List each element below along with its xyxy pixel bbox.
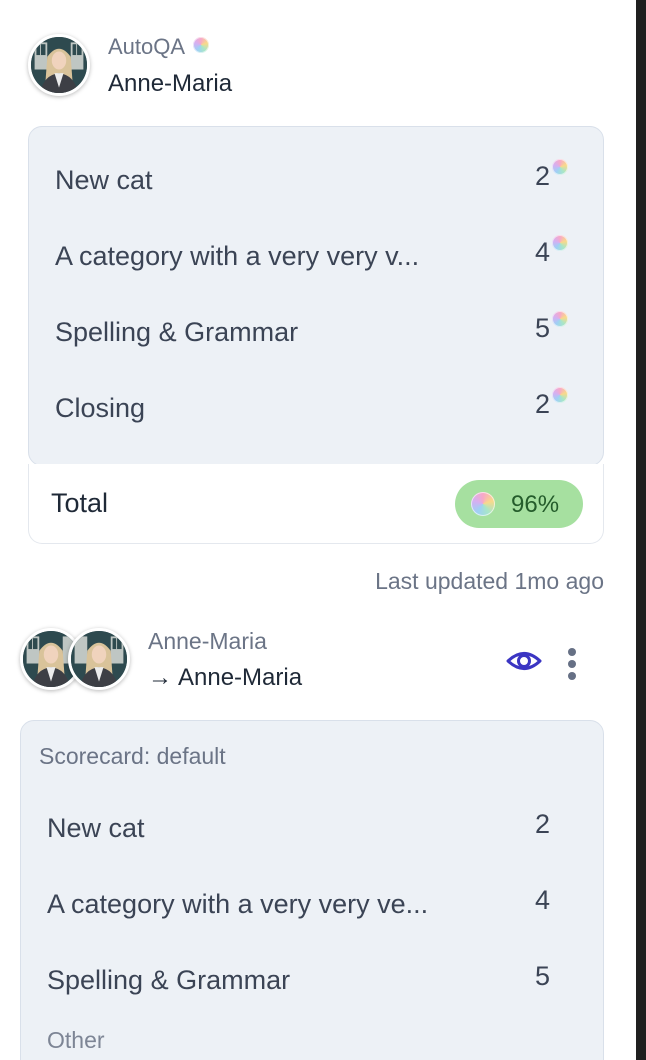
category-label: A category with a very very v... xyxy=(55,241,420,271)
reviewee-name: Anne-Maria xyxy=(108,70,233,97)
autoqa-category-list: New cat 2 A category with a very very v.… xyxy=(28,126,604,466)
category-row[interactable]: New cat 2 xyxy=(47,809,587,853)
reviewee-avatar xyxy=(68,628,130,690)
autoqa-sparkle-icon xyxy=(552,387,568,403)
category-row[interactable]: Closing 2 xyxy=(55,387,585,433)
autoqa-sparkle-icon xyxy=(471,492,495,516)
category-score: 4 xyxy=(535,885,551,915)
autoqa-sparkle-icon xyxy=(552,311,568,327)
reviewee-line: → Anne-Maria xyxy=(148,664,302,692)
review-source: AutoQA xyxy=(108,34,210,60)
category-label: A category with a very very ve... xyxy=(47,889,429,919)
category-row[interactable]: Spelling & Grammar 5 xyxy=(47,961,587,1005)
reviewee-name: Anne-Maria xyxy=(178,664,303,691)
category-label: New cat xyxy=(55,165,153,195)
total-score-badge: 96% xyxy=(455,480,583,528)
arrow-right-icon: → xyxy=(148,664,172,691)
category-score: 2 xyxy=(535,809,551,839)
reviewer-name: Anne-Maria xyxy=(148,628,267,654)
autoqa-sparkle-icon xyxy=(193,37,210,53)
autoqa-sparkle-icon xyxy=(552,159,568,175)
category-row[interactable]: A category with a very very ve... 4 xyxy=(47,885,587,929)
category-score: 2 xyxy=(535,387,568,420)
autoqa-sparkle-icon xyxy=(552,235,568,251)
category-score: 4 xyxy=(535,235,568,268)
reviewee-avatar xyxy=(28,34,90,96)
scorecard-panel: Scorecard: default New cat 2 A category … xyxy=(20,720,604,1060)
review-source-label: AutoQA xyxy=(108,34,186,59)
last-updated: Last updated 1mo ago xyxy=(375,568,604,594)
category-label: Spelling & Grammar xyxy=(55,317,299,347)
category-score: 2 xyxy=(535,159,568,192)
total-row: Total 96% xyxy=(28,464,604,544)
scorecard-title: Scorecard: default xyxy=(39,743,226,769)
category-score: 5 xyxy=(535,961,551,991)
scrollbar[interactable] xyxy=(636,0,646,1060)
category-label: Spelling & Grammar xyxy=(47,965,291,995)
category-row[interactable]: Spelling & Grammar 5 xyxy=(55,311,585,357)
category-group-label: Other xyxy=(47,1027,105,1053)
more-vertical-icon[interactable] xyxy=(562,642,582,680)
total-label: Total xyxy=(51,488,109,518)
category-row[interactable]: New cat 2 xyxy=(55,159,585,205)
category-label: New cat xyxy=(47,813,145,843)
eye-icon[interactable] xyxy=(505,644,543,678)
total-score-value: 96% xyxy=(511,491,560,518)
category-label: Closing xyxy=(55,393,146,423)
category-row[interactable]: A category with a very very v... 4 xyxy=(55,235,585,281)
category-score: 5 xyxy=(535,311,568,344)
